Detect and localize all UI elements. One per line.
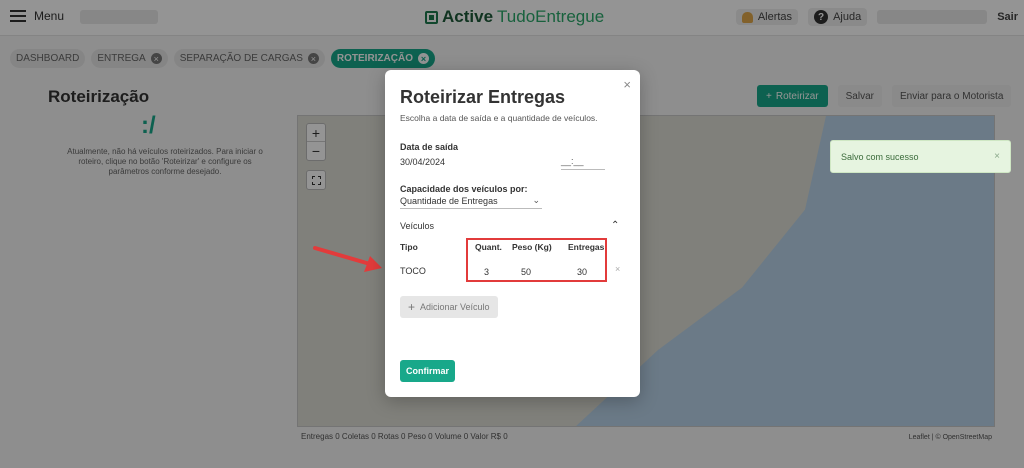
col-header-tipo: Tipo	[400, 242, 418, 252]
vehicle-type: TOCO	[400, 266, 426, 276]
success-toast: Salvo com sucesso ×	[830, 140, 1011, 173]
roteirizar-modal: × Roteirizar Entregas Escolha a data de …	[385, 70, 640, 397]
vehicles-section-label: Veículos	[400, 221, 435, 231]
capacity-label: Capacidade dos veículos por:	[400, 184, 528, 194]
time-input[interactable]: __:__	[561, 156, 605, 170]
close-icon[interactable]: ×	[994, 151, 1000, 162]
date-label: Data de saída	[400, 142, 459, 152]
modal-title: Roteirizar Entregas	[400, 87, 566, 107]
add-vehicle-label: Adicionar Veículo	[420, 302, 490, 312]
add-vehicle-button[interactable]: + Adicionar Veículo	[400, 296, 498, 318]
modal-subtitle: Escolha a data de saída e a quantidade d…	[400, 113, 598, 123]
confirm-button[interactable]: Confirmar	[400, 360, 456, 382]
vehicle-peso-input[interactable]: 50	[521, 267, 531, 277]
remove-row-icon[interactable]: ×	[615, 264, 620, 274]
annotation-arrow-icon	[313, 246, 382, 272]
toast-message: Salvo com sucesso	[841, 152, 919, 162]
capacity-value: Quantidade de Entregas	[400, 196, 498, 206]
date-input[interactable]: 30/04/2024	[400, 157, 445, 167]
plus-icon: +	[408, 300, 416, 314]
vehicle-quant-input[interactable]: 3	[484, 267, 489, 277]
chevron-up-icon[interactable]: ⌃	[611, 220, 619, 231]
capacity-select[interactable]: Quantidade de Entregas ⌄	[400, 195, 542, 209]
vehicle-entregas-input[interactable]: 30	[577, 267, 587, 277]
chevron-down-icon: ⌄	[532, 195, 540, 205]
close-icon[interactable]: ×	[623, 77, 631, 92]
